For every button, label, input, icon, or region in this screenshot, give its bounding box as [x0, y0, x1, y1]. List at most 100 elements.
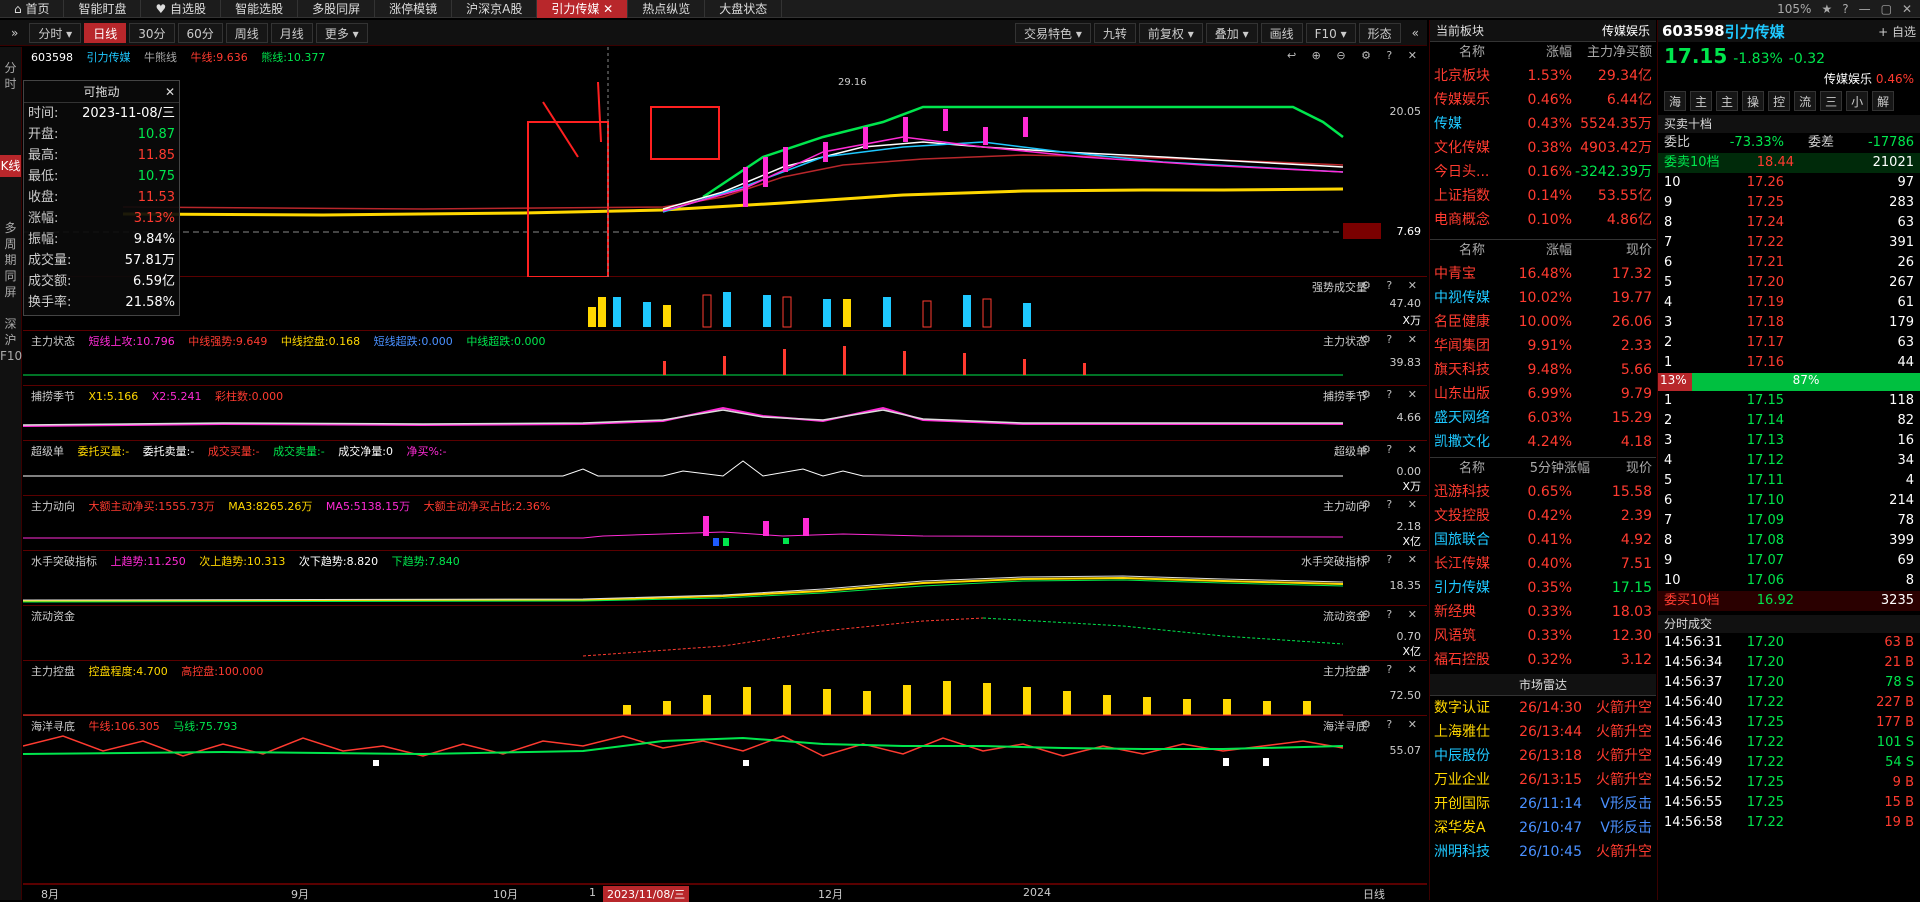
- quick-button[interactable]: 控: [1768, 91, 1791, 111]
- quick-button[interactable]: 解: [1872, 91, 1895, 111]
- period-intraday-button[interactable]: 分时 ▾: [29, 22, 82, 43]
- quick-button[interactable]: 三: [1820, 91, 1843, 111]
- more-button[interactable]: 更多 ▾: [315, 22, 368, 43]
- panel-liquidity[interactable]: 流动资金 流动资金 ⚙ ? ✕ 0.70 X亿: [23, 606, 1427, 661]
- radar-row[interactable]: 洲明科技 26/10:45 火箭升空: [1430, 840, 1656, 864]
- panel-tools[interactable]: ⚙ ? ✕: [1361, 498, 1423, 511]
- mover-row[interactable]: 长江传媒 0.40% 7.51: [1430, 552, 1656, 576]
- leader-row[interactable]: 旗天科技 9.48% 5.66: [1430, 358, 1656, 382]
- tab-smart-pick[interactable]: 智能选股: [221, 0, 299, 18]
- leader-row[interactable]: 盛天网络 6.03% 15.29: [1430, 406, 1656, 430]
- close-icon[interactable]: ✕: [1902, 2, 1912, 16]
- mover-row[interactable]: 引力传媒 0.35% 17.15: [1430, 576, 1656, 600]
- mover-row[interactable]: 国旅联合 0.41% 4.92: [1430, 528, 1656, 552]
- period-60m-button[interactable]: 60分: [177, 22, 223, 43]
- tab-multi-screen[interactable]: 多股同屏: [298, 0, 376, 18]
- tab-market[interactable]: 大盘状态: [705, 0, 783, 18]
- period-monthly-button[interactable]: 月线: [270, 22, 313, 43]
- tab-stock[interactable]: 引力传媒 ✕: [537, 0, 629, 18]
- pattern-button[interactable]: 形态: [1358, 22, 1401, 43]
- period-daily-button[interactable]: 日线: [84, 22, 127, 43]
- panel-tools[interactable]: ↩ ⊕ ⊖ ⚙ ? ✕: [1287, 49, 1423, 62]
- radar-row[interactable]: 开创国际 26/11:14 V形反击: [1430, 792, 1656, 816]
- trade-feature-button[interactable]: 交易特色 ▾: [1015, 22, 1091, 43]
- leader-row[interactable]: 中青宝 16.48% 17.32: [1430, 262, 1656, 286]
- panel-tools[interactable]: ⚙ ? ✕: [1361, 718, 1423, 731]
- quick-button[interactable]: 流: [1794, 91, 1817, 111]
- panel-sailor[interactable]: 水手突破指标 上趋势:11.250 次上趋势:10.313 次下趋势:8.820…: [23, 551, 1427, 606]
- overlay-button[interactable]: 叠加 ▾: [1205, 22, 1258, 43]
- radar-row[interactable]: 万业企业 26/13:15 火箭升空: [1430, 768, 1656, 792]
- collapse-icon[interactable]: «: [1404, 23, 1427, 43]
- side-kline[interactable]: K线: [0, 155, 21, 177]
- side-f10[interactable]: 深沪F10: [0, 313, 22, 367]
- mover-row[interactable]: 福石控股 0.32% 3.12: [1430, 648, 1656, 672]
- panel-control[interactable]: 主力控盘 控盘程度:4.700 高控盘:100.000 主力控盘 ⚙ ? ✕ 7…: [23, 661, 1427, 716]
- sector-row[interactable]: 今日头... 0.16% -3242.39万: [1430, 160, 1656, 184]
- adjust-button[interactable]: 前复权 ▾: [1138, 22, 1203, 43]
- panel-ocean-bottom[interactable]: 海洋寻底 牛线:106.305 马线:75.793 海洋寻底 ⚙ ? ✕ 55.…: [23, 716, 1427, 884]
- quick-button[interactable]: 主: [1690, 91, 1713, 111]
- tab-a-shares[interactable]: 沪深京A股: [452, 0, 538, 18]
- panel-volume[interactable]: 强势成交量 ⚙ ? ✕ 47.40 X万: [23, 277, 1427, 331]
- sector-row[interactable]: 文化传媒 0.38% 4903.42万: [1430, 136, 1656, 160]
- period-30m-button[interactable]: 30分: [129, 22, 175, 43]
- side-multi-period[interactable]: 多周期同屏: [0, 217, 21, 303]
- sector-row[interactable]: 北京板块 1.53% 29.34亿: [1430, 64, 1656, 88]
- panel-tools[interactable]: ⚙ ? ✕: [1361, 663, 1423, 676]
- mover-row[interactable]: 文投控股 0.42% 2.39: [1430, 504, 1656, 528]
- mover-row[interactable]: 新经典 0.33% 18.03: [1430, 600, 1656, 624]
- side-intraday[interactable]: 分时: [0, 57, 21, 95]
- panel-main-flow[interactable]: 主力动向 大额主动净买:1555.73万 MA3:8265.26万 MA5:51…: [23, 496, 1427, 551]
- panel-tools[interactable]: ⚙ ? ✕: [1361, 553, 1423, 566]
- panel-super-order[interactable]: 超级单 委托买量:- 委托卖量:- 成交买量:- 成交卖量:- 成交净量:0 净…: [23, 441, 1427, 496]
- popup-title[interactable]: 可拖动 ✕: [24, 81, 179, 103]
- current-sector[interactable]: 传媒娱乐: [1602, 20, 1650, 41]
- mover-row[interactable]: 迅游科技 0.65% 15.58: [1430, 480, 1656, 504]
- radar-row[interactable]: 数字认证 26/14:30 火箭升空: [1430, 696, 1656, 720]
- leader-row[interactable]: 山东出版 6.99% 9.79: [1430, 382, 1656, 406]
- kline-panel[interactable]: 603598 引力传媒 牛熊线 牛线:9.636 熊线:10.377 ↩ ⊕ ⊖…: [23, 47, 1427, 277]
- tab-limit-up[interactable]: 涨停模镜: [375, 0, 453, 18]
- draw-button[interactable]: 画线: [1260, 22, 1303, 43]
- close-icon[interactable]: ✕: [165, 81, 175, 103]
- ma-label[interactable]: 牛熊线: [144, 51, 177, 64]
- panel-tools[interactable]: ⚙ ? ✕: [1361, 443, 1423, 456]
- zoom-level[interactable]: 105%: [1777, 2, 1811, 16]
- chart-area[interactable]: 603598 引力传媒 牛熊线 牛线:9.636 熊线:10.377 ↩ ⊕ ⊖…: [23, 47, 1427, 884]
- panel-tools[interactable]: ⚙ ? ✕: [1361, 388, 1423, 401]
- sector-row[interactable]: 上证指数 0.14% 53.55亿: [1430, 184, 1656, 208]
- panel-fishing-season[interactable]: 捕捞季节 X1:5.166 X2:5.241 彩柱数:0.000 捕捞季节 ⚙ …: [23, 386, 1427, 441]
- f10-button[interactable]: F10 ▾: [1305, 22, 1356, 43]
- quick-button[interactable]: 操: [1742, 91, 1765, 111]
- leader-row[interactable]: 华闻集团 9.91% 2.33: [1430, 334, 1656, 358]
- quick-button[interactable]: 海: [1664, 91, 1687, 111]
- sector-row[interactable]: 传媒娱乐 0.46% 6.44亿: [1430, 88, 1656, 112]
- radar-row[interactable]: 上海雅仕 26/13:44 火箭升空: [1430, 720, 1656, 744]
- tab-smart-watch[interactable]: 智能盯盘: [64, 0, 142, 18]
- panel-main-state[interactable]: 主力状态 短线上攻:10.796 中线强势:9.649 中线控盘:0.168 短…: [23, 331, 1427, 386]
- tab-home[interactable]: ⌂ 首页: [0, 0, 65, 18]
- add-watchlist-button[interactable]: + 自选: [1878, 23, 1916, 40]
- minimize-icon[interactable]: —: [1859, 2, 1871, 16]
- leader-row[interactable]: 凯撒文化 4.24% 4.18: [1430, 430, 1656, 454]
- panel-tools[interactable]: ⚙ ? ✕: [1361, 279, 1423, 292]
- sector-row[interactable]: 传媒 0.43% 5524.35万: [1430, 112, 1656, 136]
- radar-row[interactable]: 深华发A 26/10:47 V形反击: [1430, 816, 1656, 840]
- panel-tools[interactable]: ⚙ ? ✕: [1361, 608, 1423, 621]
- expand-icon[interactable]: »: [3, 23, 26, 43]
- maximize-icon[interactable]: ▢: [1881, 2, 1892, 16]
- data-popup[interactable]: 可拖动 ✕ 时间: 2023-11-08/三 开盘: 10.87 最高: 11.85 最…: [23, 80, 180, 316]
- tab-hot[interactable]: 热点纵览: [628, 0, 706, 18]
- leader-row[interactable]: 名臣健康 10.00% 26.06: [1430, 310, 1656, 334]
- quick-button[interactable]: 主: [1716, 91, 1739, 111]
- radar-row[interactable]: 中辰股份 26/13:18 火箭升空: [1430, 744, 1656, 768]
- period-weekly-button[interactable]: 周线: [225, 22, 268, 43]
- mover-row[interactable]: 风语筑 0.33% 12.30: [1430, 624, 1656, 648]
- sector-row[interactable]: 电商概念 0.10% 4.86亿: [1430, 208, 1656, 232]
- tab-watchlist[interactable]: ♥ 自选股: [141, 0, 222, 18]
- help-icon[interactable]: ?: [1842, 2, 1848, 16]
- quick-button[interactable]: 小: [1846, 91, 1869, 111]
- leader-row[interactable]: 中视传媒 10.02% 19.77: [1430, 286, 1656, 310]
- panel-tools[interactable]: ⚙ ? ✕: [1361, 333, 1423, 346]
